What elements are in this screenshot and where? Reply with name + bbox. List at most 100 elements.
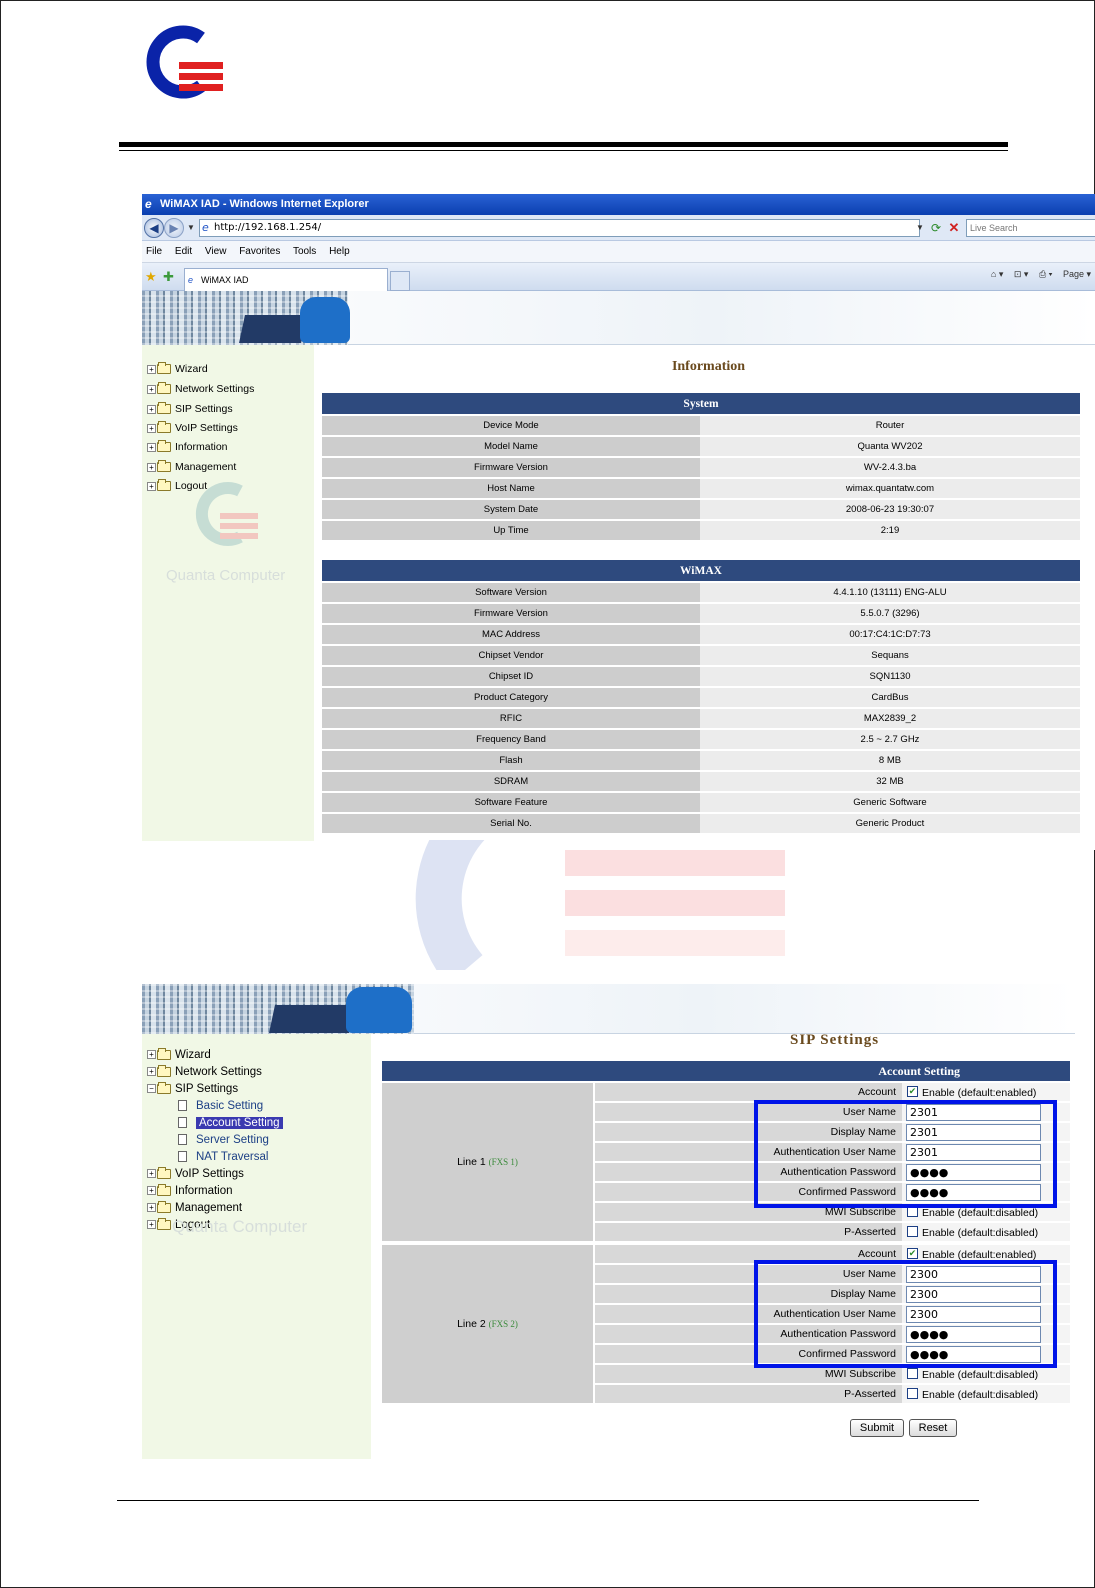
nav-wizard[interactable]: + Wizard bbox=[147, 362, 208, 375]
favorites-star-icon[interactable]: ★ bbox=[145, 269, 157, 285]
form-row-auth_pass: Authentication Password bbox=[595, 1325, 1070, 1345]
system-label: Firmware Version bbox=[322, 458, 700, 477]
quanta-wordmark bbox=[269, 987, 412, 1033]
home-icon[interactable]: ⌂ ▾ bbox=[991, 269, 1003, 279]
menu-tools[interactable]: Tools bbox=[293, 246, 316, 257]
address-bar[interactable]: e http://192.168.1.254/ bbox=[199, 219, 920, 237]
table-row: SDRAM 32 MB bbox=[322, 772, 1080, 791]
field-cell bbox=[902, 1123, 1070, 1141]
system-label: Model Name bbox=[322, 437, 700, 456]
user-name-input[interactable] bbox=[906, 1104, 1041, 1121]
folder-icon bbox=[157, 402, 171, 415]
nav-basic-setting[interactable]: Basic Setting bbox=[178, 1100, 263, 1112]
system-value: 2008-06-23 19:30:07 bbox=[700, 500, 1080, 519]
system-label: Host Name bbox=[322, 479, 700, 498]
page-icon bbox=[178, 1151, 187, 1163]
field-cell bbox=[902, 1325, 1070, 1343]
table-row: Flash 8 MB bbox=[322, 751, 1080, 770]
command-bar: ⌂ ▾ ⊡ ▾ ⎙ ▾ Page ▾ bbox=[983, 269, 1091, 280]
table-row: Frequency Band 2.5 ~ 2.7 GHz bbox=[322, 730, 1080, 749]
add-favorite-icon[interactable]: ✚ bbox=[163, 269, 174, 285]
wimax-label: Software Feature bbox=[322, 793, 700, 812]
system-value: Quanta WV202 bbox=[700, 437, 1080, 456]
watermark-text: Quanta Computer bbox=[172, 1217, 308, 1236]
nav-voip-settings[interactable]: + VoIP Settings bbox=[147, 1166, 244, 1180]
folder-icon bbox=[157, 382, 171, 395]
checkbox-label: Enable (default:disabled) bbox=[922, 1369, 1039, 1381]
mwi-checkbox[interactable] bbox=[907, 1206, 918, 1217]
address-dropdown-icon[interactable]: ▼ bbox=[914, 220, 926, 236]
user-name-input[interactable] bbox=[906, 1266, 1041, 1283]
search-input[interactable]: Live Search bbox=[966, 219, 1095, 237]
form-row-display_name: Display Name bbox=[595, 1285, 1070, 1305]
wimax-header: WiMAX bbox=[322, 560, 1080, 581]
line-label: Line 2 (FXS 2) bbox=[382, 1245, 593, 1403]
passerted-checkbox[interactable] bbox=[907, 1226, 918, 1237]
wimax-value: Sequans bbox=[700, 646, 1080, 665]
field-cell bbox=[902, 1345, 1070, 1363]
line-name: Line 1 bbox=[457, 1156, 486, 1168]
nav-voip-settings[interactable]: + VoIP Settings bbox=[147, 421, 238, 434]
nav-sip-settings[interactable]: − SIP Settings bbox=[147, 1081, 238, 1095]
passerted-checkbox[interactable] bbox=[907, 1388, 918, 1399]
folder-icon bbox=[157, 1047, 171, 1060]
display-name-input[interactable] bbox=[906, 1286, 1041, 1303]
page-menu[interactable]: Page ▾ bbox=[1063, 269, 1091, 279]
refresh-icon[interactable]: ⟳ bbox=[928, 219, 944, 237]
history-dropdown-icon[interactable]: ▼ bbox=[185, 220, 197, 236]
form-row-confirm_pass: Confirmed Password bbox=[595, 1183, 1070, 1203]
nav-network-settings[interactable]: + Network Settings bbox=[147, 1064, 262, 1078]
table-row: Host Name wimax.quantatw.com bbox=[322, 479, 1080, 498]
folder-icon bbox=[157, 1200, 171, 1213]
tab-wimax-iad[interactable]: e WiMAX IAD bbox=[184, 268, 388, 291]
menu-help[interactable]: Help bbox=[329, 246, 350, 257]
stop-icon[interactable]: ✕ bbox=[946, 219, 962, 237]
nav-management[interactable]: + Management bbox=[147, 460, 236, 473]
nav-network-settings[interactable]: + Network Settings bbox=[147, 382, 254, 395]
menu-view[interactable]: View bbox=[205, 246, 227, 257]
nav-information[interactable]: + Information bbox=[147, 440, 228, 453]
forward-arrow-icon[interactable]: ▶ bbox=[164, 218, 184, 238]
account-checkbox[interactable]: ✔ bbox=[907, 1248, 918, 1259]
confirm-pass-input[interactable] bbox=[906, 1346, 1041, 1363]
print-icon[interactable]: ⎙ ▾ bbox=[1039, 269, 1052, 279]
auth-user-input[interactable] bbox=[906, 1306, 1041, 1323]
nav-account-setting[interactable]: Account Setting bbox=[178, 1117, 283, 1129]
auth-pass-input[interactable] bbox=[906, 1326, 1041, 1343]
nav-management[interactable]: + Management bbox=[147, 1200, 242, 1214]
nav-server-setting[interactable]: Server Setting bbox=[178, 1134, 269, 1146]
mwi-checkbox[interactable] bbox=[907, 1368, 918, 1379]
menu-file[interactable]: File bbox=[146, 246, 162, 257]
auth-user-input[interactable] bbox=[906, 1144, 1041, 1161]
nav-information[interactable]: + Information bbox=[147, 1183, 233, 1197]
line-fxs: (FXS 2) bbox=[488, 1319, 518, 1329]
field-cell: ✔ Enable (default:enabled) bbox=[902, 1245, 1070, 1263]
field-label: Account bbox=[858, 1248, 896, 1260]
confirm-pass-input[interactable] bbox=[906, 1184, 1041, 1201]
system-label: System Date bbox=[322, 500, 700, 519]
submit-button[interactable]: Submit bbox=[850, 1419, 904, 1437]
auth-pass-input[interactable] bbox=[906, 1164, 1041, 1181]
form-row-user_name: User Name bbox=[595, 1265, 1070, 1285]
display-name-input[interactable] bbox=[906, 1124, 1041, 1141]
nav-sip-settings[interactable]: + SIP Settings bbox=[147, 402, 233, 415]
field-cell: Enable (default:disabled) bbox=[902, 1203, 1070, 1221]
system-value: Router bbox=[700, 416, 1080, 435]
menu-favorites[interactable]: Favorites bbox=[239, 246, 280, 257]
new-tab-button[interactable] bbox=[390, 271, 410, 291]
table-row: MAC Address 00:17:C4:1C:D7:73 bbox=[322, 625, 1080, 644]
account-checkbox[interactable]: ✔ bbox=[907, 1086, 918, 1097]
nav-nat-traversal[interactable]: NAT Traversal bbox=[178, 1151, 268, 1163]
reset-button[interactable]: Reset bbox=[909, 1419, 957, 1437]
back-arrow-icon[interactable]: ◀ bbox=[144, 218, 164, 238]
page-icon: e bbox=[202, 221, 209, 234]
field-cell: Enable (default:disabled) bbox=[902, 1385, 1070, 1403]
nav-wizard[interactable]: + Wizard bbox=[147, 1047, 211, 1061]
page-icon bbox=[178, 1117, 187, 1129]
field-label: Account bbox=[858, 1086, 896, 1098]
menu-edit[interactable]: Edit bbox=[175, 246, 192, 257]
table-row: Serial No. Generic Product bbox=[322, 814, 1080, 833]
config-body: + Wizard + Network Settings + SIP Settings … bbox=[142, 345, 1095, 841]
wimax-value: 5.5.0.7 (3296) bbox=[700, 604, 1080, 623]
feeds-icon[interactable]: ⊡ ▾ bbox=[1014, 269, 1029, 279]
